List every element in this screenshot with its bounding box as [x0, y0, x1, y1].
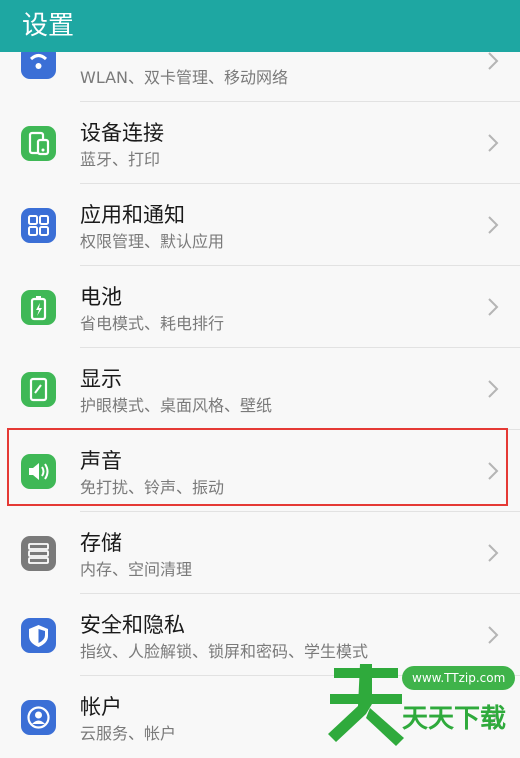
settings-item-title: 设备连接: [80, 121, 164, 145]
settings-item-device-connection[interactable]: 设备连接 蓝牙、打印: [0, 102, 520, 184]
account-icon: [21, 700, 56, 735]
settings-item-display[interactable]: 显示 护眼模式、桌面风格、壁纸: [0, 348, 520, 430]
watermark-url: www.TTzip.com: [402, 666, 516, 690]
settings-item-title: 帐户: [80, 695, 122, 719]
battery-icon: [21, 290, 56, 325]
settings-item-apps[interactable]: 应用和通知 权限管理、默认应用: [0, 184, 520, 266]
settings-item-title: 安全和隐私: [80, 613, 185, 637]
settings-item-subtitle: 省电模式、耗电排行: [80, 314, 225, 333]
watermark-text: 天天下载: [402, 704, 507, 734]
page-title: 设置: [22, 11, 75, 41]
chevron-right-icon: [488, 134, 499, 152]
shield-icon: [21, 618, 56, 653]
settings-item-subtitle: 云服务、帐户: [80, 724, 177, 743]
settings-item-title: 显示: [80, 367, 122, 391]
settings-item-subtitle: 权限管理、默认应用: [80, 232, 225, 251]
display-icon: [21, 372, 56, 407]
settings-item-subtitle: 护眼模式、桌面风格、壁纸: [80, 396, 273, 415]
settings-item-subtitle: 指纹、人脸解锁、锁屏和密码、学生模式: [80, 642, 369, 661]
watermark-logo-icon: [328, 664, 404, 746]
app-header: 设置: [0, 0, 520, 52]
highlight-box: [7, 428, 508, 506]
settings-item-subtitle: 内存、空间清理: [80, 560, 193, 579]
chevron-right-icon: [488, 380, 499, 398]
device-connection-icon: [21, 126, 56, 161]
chevron-right-icon: [488, 52, 499, 70]
settings-item-subtitle: WLAN、双卡管理、移动网络: [80, 68, 289, 87]
chevron-right-icon: [488, 298, 499, 316]
settings-item-subtitle: 蓝牙、打印: [80, 150, 161, 169]
settings-item-battery[interactable]: 电池 省电模式、耗电排行: [0, 266, 520, 348]
chevron-right-icon: [488, 544, 499, 562]
chevron-right-icon: [488, 216, 499, 234]
chevron-right-icon: [488, 626, 499, 644]
settings-item-title: 应用和通知: [80, 203, 185, 227]
storage-icon: [21, 536, 56, 571]
settings-item-title: 电池: [80, 285, 122, 309]
settings-item-title: 存储: [80, 531, 122, 555]
watermark: www.TTzip.com 天天下载: [326, 654, 520, 749]
settings-item-storage[interactable]: 存储 内存、空间清理: [0, 512, 520, 594]
settings-list: WLAN、双卡管理、移动网络 设备连接 蓝牙、打印 应用和通知 权限管理、默认应…: [0, 0, 520, 749]
apps-grid-icon: [21, 208, 56, 243]
